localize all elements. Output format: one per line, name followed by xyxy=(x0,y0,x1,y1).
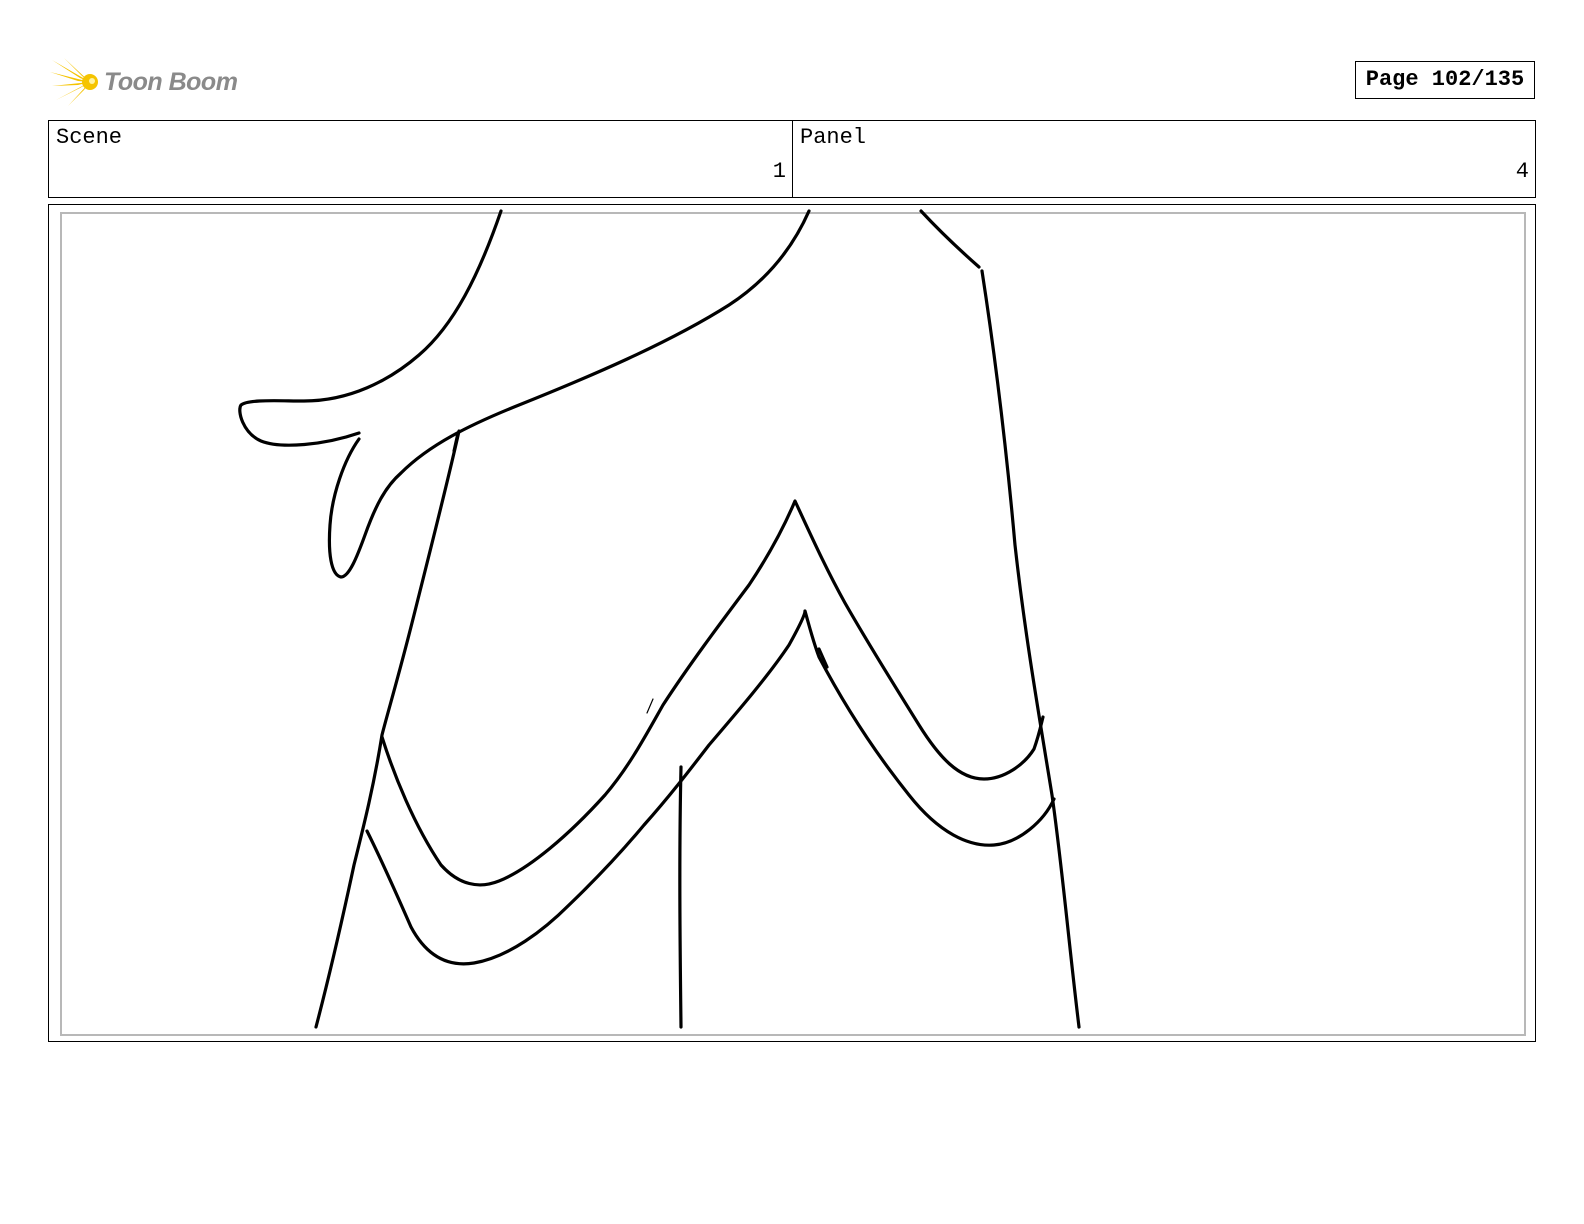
page-indicator: Page 102/135 xyxy=(1355,61,1535,99)
scene-number: 1 xyxy=(772,159,786,184)
logo-text: Toon Boom xyxy=(104,67,238,96)
toon-boom-logo: Toon Boom xyxy=(50,54,250,110)
starburst-icon xyxy=(50,58,98,106)
sketch-hand-drape xyxy=(327,209,811,579)
sketch-center-line xyxy=(678,765,683,1029)
panel-number: 4 xyxy=(1515,159,1529,184)
panel-sketch xyxy=(238,209,1081,1029)
scene-cell: Scene 1 xyxy=(49,121,792,197)
panel-cell: Panel 4 xyxy=(792,121,1535,197)
sketch-lower-band xyxy=(365,609,1056,966)
sketch-torso-left xyxy=(314,429,461,1029)
sketch-arm-upper xyxy=(238,209,503,447)
scene-label: Scene xyxy=(56,125,123,150)
sketch-shoulder-right xyxy=(919,209,981,269)
sketch-torso-right xyxy=(980,269,1081,1029)
storyboard-panel-frame xyxy=(48,204,1536,1042)
scene-panel-header: Scene 1 Panel 4 xyxy=(48,120,1536,198)
sketch-faint-stroke xyxy=(646,698,654,714)
panel-label: Panel xyxy=(800,125,867,150)
